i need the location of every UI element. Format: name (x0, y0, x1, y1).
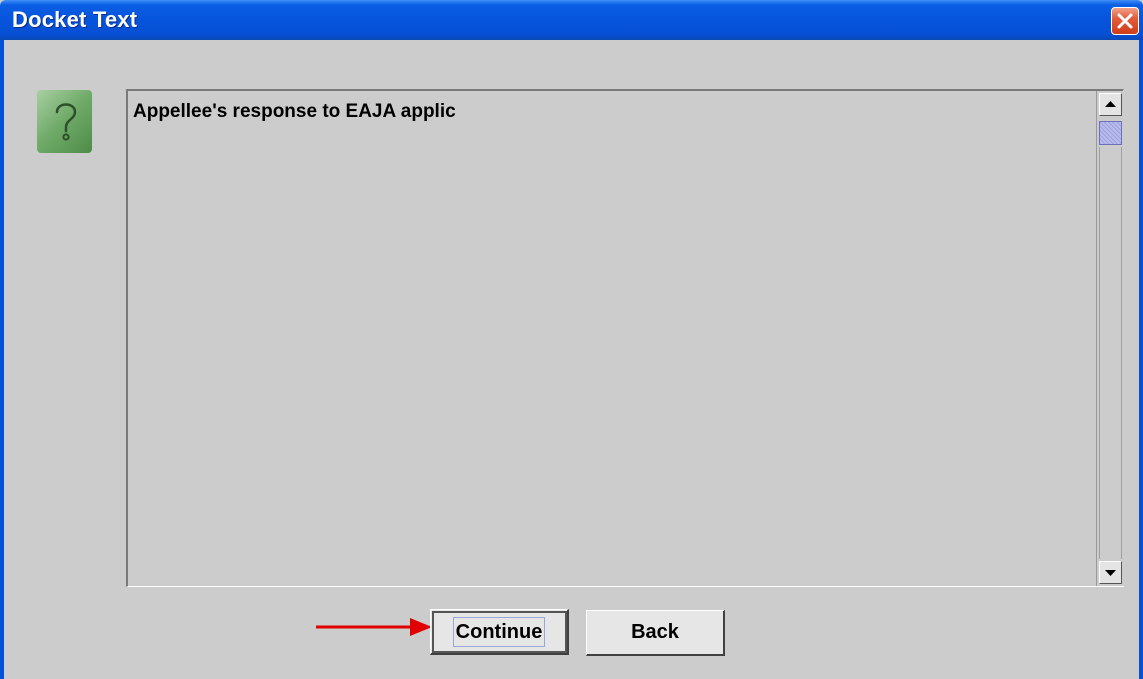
docket-text-area[interactable]: Appellee's response to EAJA applic (126, 89, 1124, 587)
window-title: Docket Text (12, 7, 138, 32)
vertical-scrollbar[interactable] (1096, 91, 1124, 586)
docket-text-content: Appellee's response to EAJA applic (133, 101, 456, 122)
question-icon (37, 90, 92, 153)
scroll-thumb[interactable] (1099, 121, 1122, 145)
red-arrow-icon (316, 618, 432, 636)
window-frame-left (0, 40, 4, 679)
close-button[interactable] (1111, 7, 1139, 35)
scroll-track[interactable] (1099, 147, 1122, 559)
back-button-label: Back (631, 621, 679, 643)
continue-button[interactable]: Continue (430, 609, 569, 655)
window-frame-right (1139, 40, 1143, 679)
title-bar[interactable]: Docket Text (0, 0, 1143, 40)
scroll-up-button[interactable] (1099, 93, 1122, 116)
continue-button-label: Continue (452, 617, 546, 647)
arrow-down-icon (1105, 570, 1116, 576)
close-icon (1117, 13, 1133, 29)
back-button[interactable]: Back (586, 610, 725, 656)
arrow-up-icon (1105, 101, 1116, 107)
scroll-down-button[interactable] (1099, 561, 1122, 584)
docket-text-dialog: Docket Text Appellee's response to EAJA … (0, 0, 1143, 679)
